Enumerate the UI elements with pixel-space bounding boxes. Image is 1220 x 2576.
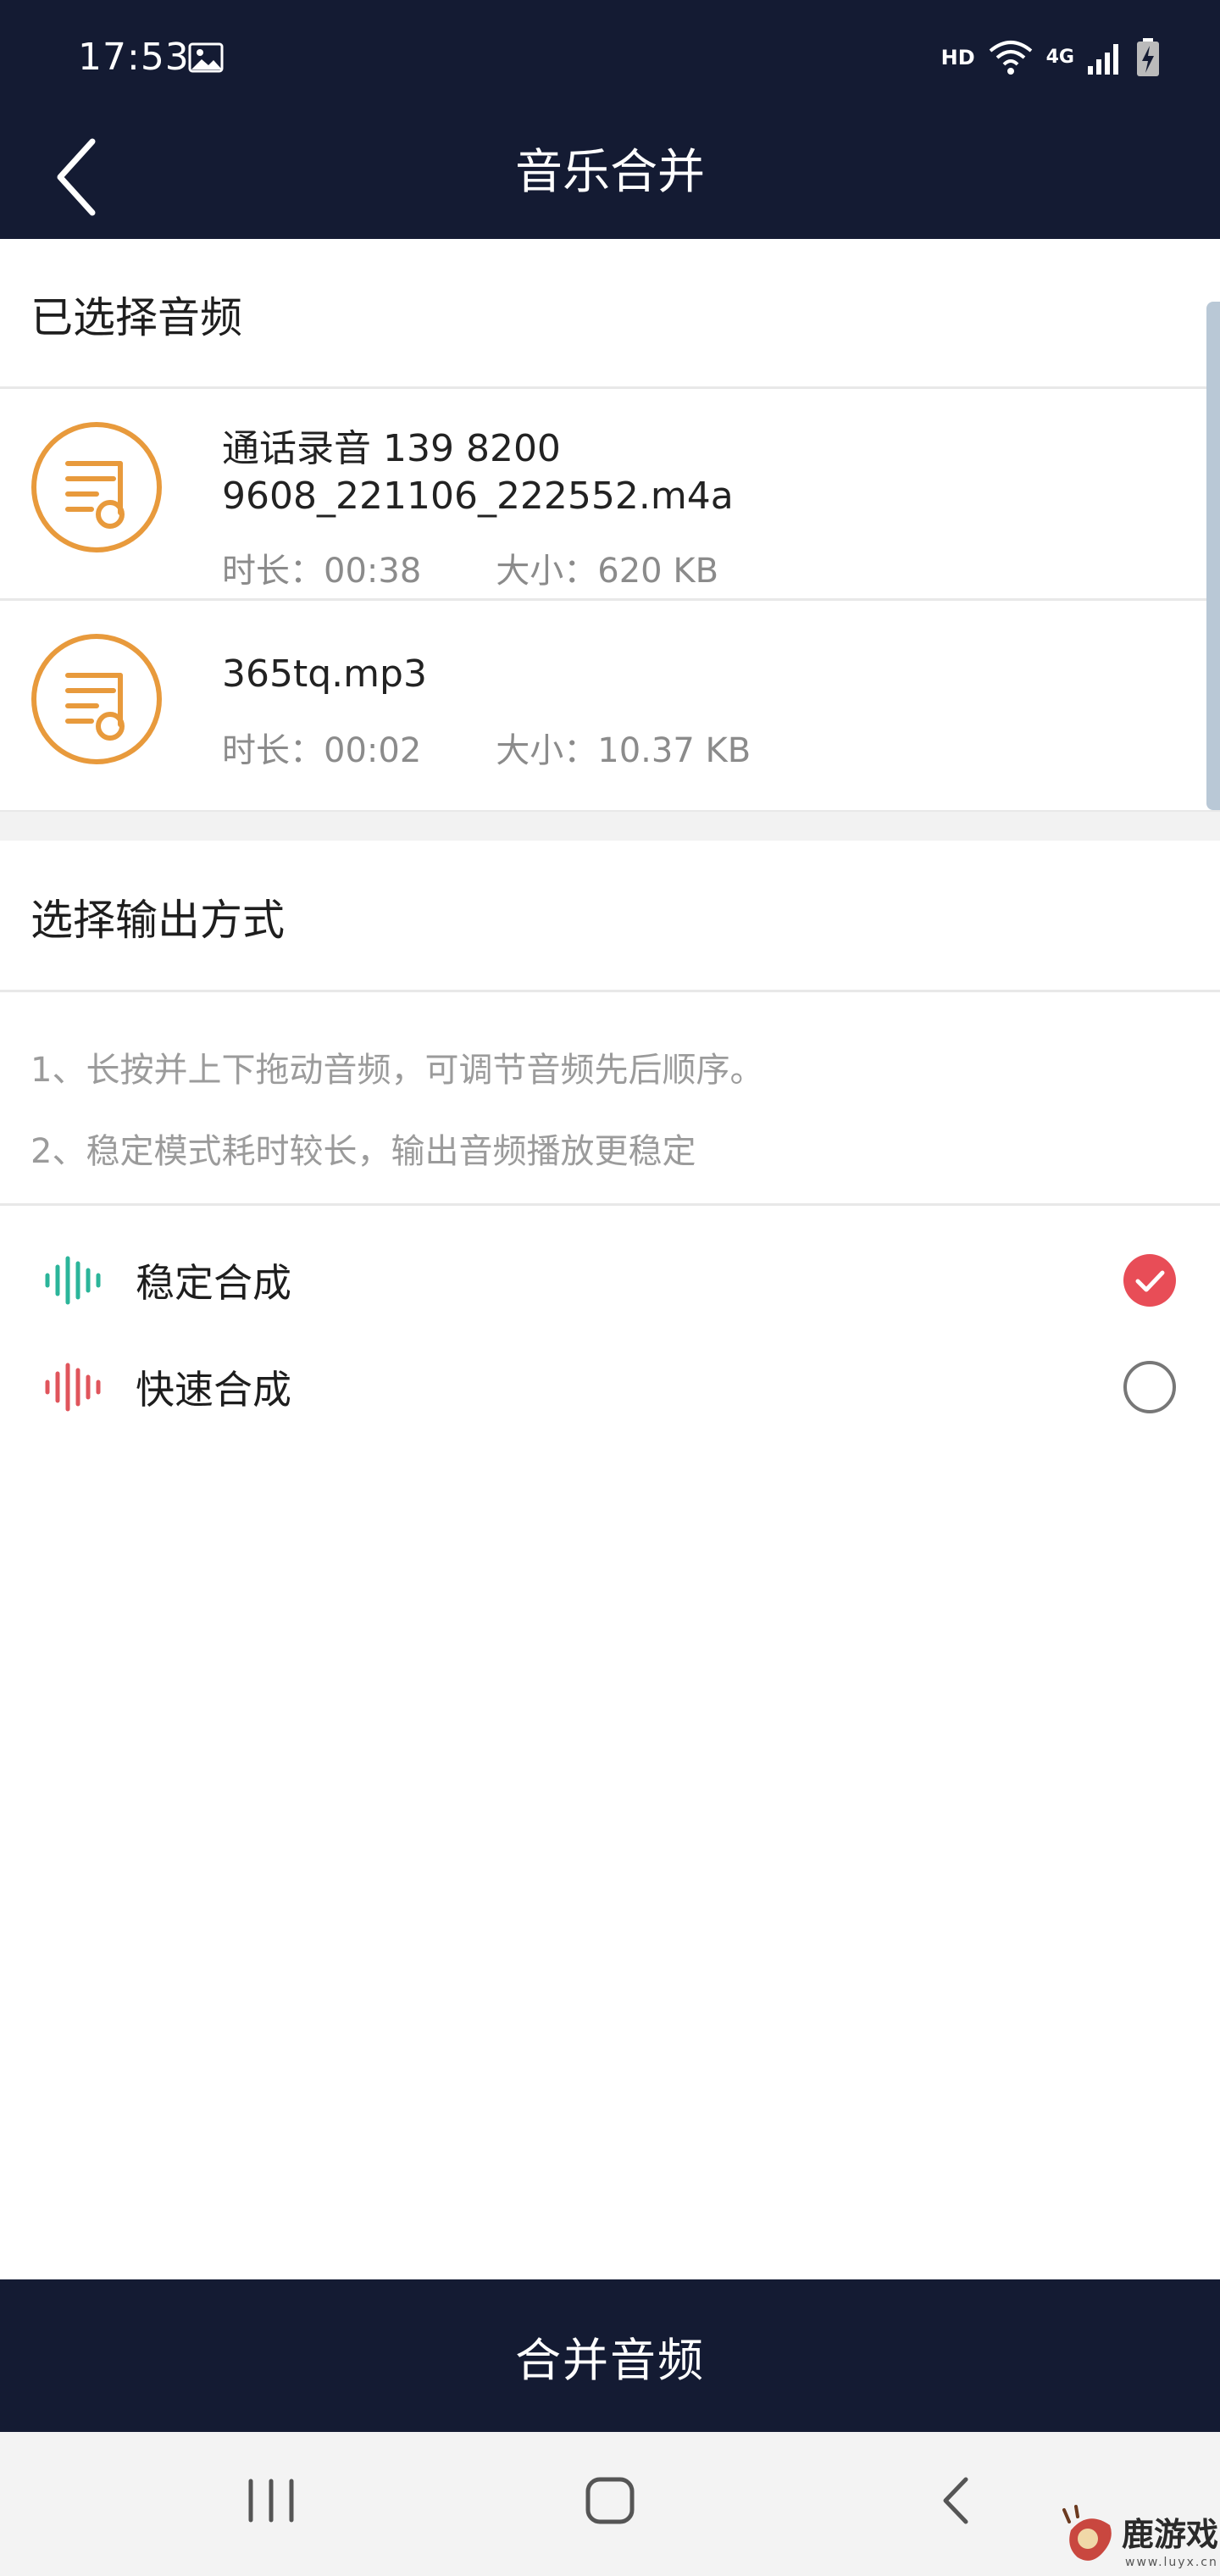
tip-stable-mode: 2、稳定模式耗时较长，输出音频播放更稳定 [30, 1132, 696, 1171]
music-note-icon [31, 422, 162, 552]
audio-file-name-continued: 9608_221106_222552.m4a [222, 475, 734, 518]
divider [0, 990, 1220, 992]
app-header: 音乐合并 [0, 119, 1220, 239]
waveform-icon [45, 1256, 101, 1305]
watermark: 鹿游戏 www.luyx.cn [1062, 2505, 1220, 2576]
selected-audio-title: 已选择音频 [30, 293, 242, 342]
back-icon[interactable] [923, 2471, 991, 2530]
music-note-icon [31, 634, 162, 764]
divider [0, 1203, 1220, 1206]
audio-file-name: 365tq.mp3 [222, 652, 427, 696]
battery-charging-icon [1137, 38, 1159, 76]
option-fast-merge[interactable]: 快速合成 [0, 1341, 1220, 1434]
audio-size: 大小：620 KB [496, 552, 719, 591]
merge-audio-button[interactable]: 合并音频 [0, 2279, 1220, 2432]
option-label: 快速合成 [136, 1367, 291, 1413]
watermark-url: www.luyx.cn [1125, 2556, 1218, 2569]
status-time: 17:53 [78, 36, 190, 79]
audio-size: 大小：10.37 KB [496, 731, 751, 770]
system-nav-bar [0, 2432, 1220, 2576]
merge-audio-label: 合并音频 [515, 2333, 705, 2387]
status-bar: 17:53 HD 4G [0, 0, 1220, 119]
recent-apps-icon[interactable] [237, 2471, 305, 2530]
option-label: 稳定合成 [136, 1260, 291, 1306]
audio-meta: 时长：00:02 大小：10.37 KB [222, 723, 751, 772]
audio-file-name: 通话录音 139 8200 [222, 427, 561, 470]
scrollbar[interactable] [1206, 302, 1220, 810]
network-label: 4G [1045, 47, 1074, 68]
waveform-icon [45, 1363, 101, 1412]
home-icon[interactable] [576, 2471, 644, 2530]
output-mode-title: 选择输出方式 [30, 896, 285, 945]
audio-item[interactable]: 365tq.mp3 时长：00:02 大小：10.37 KB [0, 601, 1220, 811]
tip-reorder: 1、长按并上下拖动音频，可调节音频先后顺序。 [30, 1051, 764, 1090]
option-stable-merge[interactable]: 稳定合成 [0, 1234, 1220, 1327]
signal-icon [1088, 44, 1118, 75]
status-indicators: HD 4G [941, 34, 1161, 81]
radio-selected[interactable] [1123, 1254, 1176, 1307]
audio-duration: 时长：00:02 [222, 731, 422, 770]
audio-meta: 时长：00:38 大小：620 KB [222, 543, 718, 592]
checkmark-icon [1135, 1270, 1165, 1292]
audio-duration: 时长：00:38 [222, 552, 422, 591]
wifi-icon [989, 41, 1032, 75]
hd-label: HD [940, 46, 975, 69]
section-gap [0, 812, 1220, 841]
audio-item[interactable]: 通话录音 139 8200 9608_221106_222552.m4a 时长：… [0, 389, 1220, 599]
radio-unselected[interactable] [1123, 1361, 1176, 1413]
deer-logo-icon [1062, 2505, 1112, 2561]
watermark-text: 鹿游戏 [1122, 2515, 1219, 2553]
page-title: 音乐合并 [515, 145, 705, 200]
image-icon [188, 42, 224, 73]
